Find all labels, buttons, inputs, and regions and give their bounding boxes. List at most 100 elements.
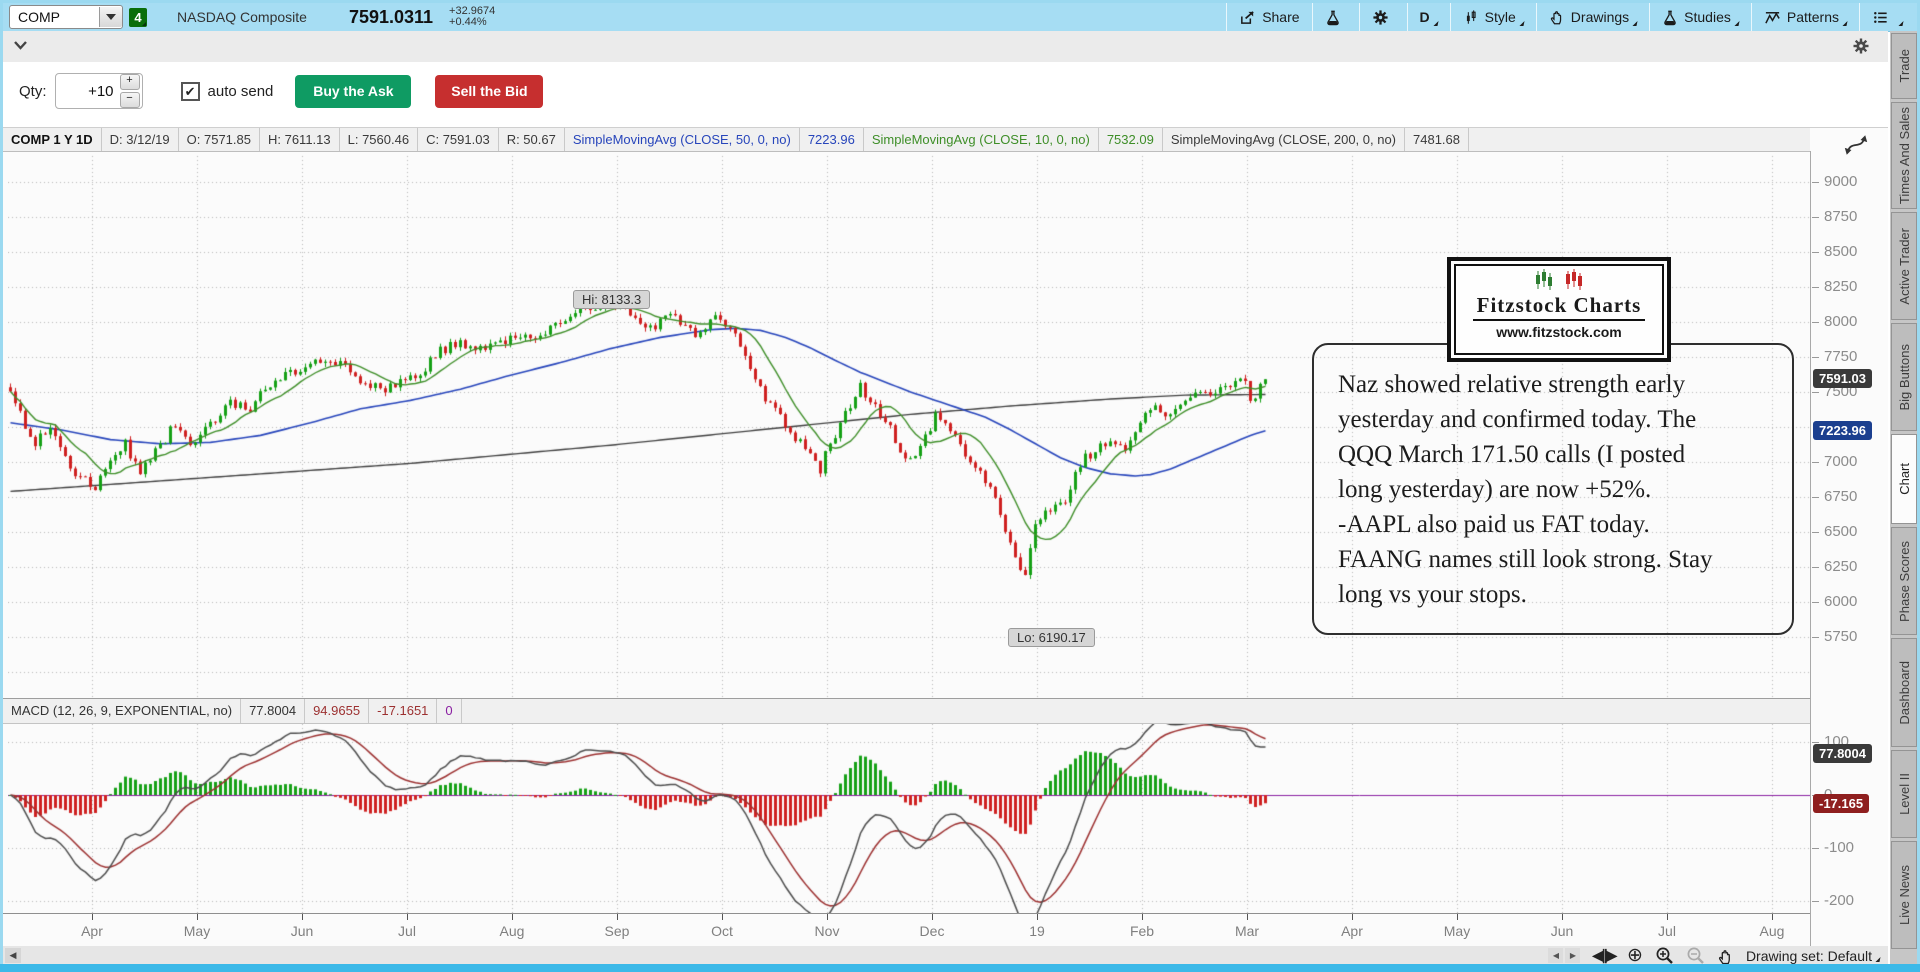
macd-axis-tick	[1812, 901, 1819, 902]
sidebar-tab-times-and-sales[interactable]: Times And Sales	[1891, 102, 1917, 209]
fitzstock-logo-box: Fitzstock Charts www.fitzstock.com	[1447, 257, 1671, 362]
macd-diff-value: -17.1651	[369, 699, 437, 723]
chart-footer-controls: ◀ ▶ ◀∥▶ ⊕ Drawing set: Default	[1548, 946, 1880, 965]
trader-note-box[interactable]: Naz showed relative strength early yeste…	[1312, 343, 1794, 635]
watchlist-link-badge[interactable]: 4	[129, 8, 147, 27]
time-axis-label: Feb	[1112, 923, 1172, 939]
zoom-in-icon[interactable]	[1655, 946, 1674, 965]
sidebar-tab-dashboard[interactable]: Dashboard	[1891, 638, 1917, 747]
sidebar-tab-phase-scores[interactable]: Phase Scores	[1891, 527, 1917, 635]
drawings-button[interactable]: Drawings	[1536, 3, 1649, 31]
sma50-study-label[interactable]: SimpleMovingAvg (CLOSE, 50, 0, no)	[565, 128, 800, 151]
price-axis-tick	[1812, 252, 1819, 253]
share-button[interactable]: Share	[1226, 3, 1311, 31]
note-line: Naz showed relative strength early	[1338, 367, 1792, 402]
symbol-value: COMP	[10, 9, 99, 25]
macd-axis-badge: -17.165	[1813, 794, 1869, 813]
sidebar-tab-live-news[interactable]: Live News	[1891, 841, 1917, 949]
time-axis-tick	[512, 914, 513, 920]
collapse-chevron-button[interactable]	[13, 40, 28, 52]
sma200-study-label[interactable]: SimpleMovingAvg (CLOSE, 200, 0, no)	[1163, 128, 1405, 151]
chart-settings-gear-icon[interactable]	[1852, 37, 1870, 55]
buy-the-ask-button[interactable]: Buy the Ask	[295, 75, 411, 108]
time-axis-tick	[932, 914, 933, 920]
chart-toolbar-actions: Share D Style Drawings Studies	[1226, 3, 1915, 31]
price-axis-label: 6750	[1824, 488, 1857, 505]
logo-url: www.fitzstock.com	[1496, 324, 1622, 340]
zoom-out-icon[interactable]	[1686, 946, 1705, 965]
time-axis-label: Apr	[1322, 923, 1382, 939]
macd-axis-label: -100	[1824, 839, 1854, 856]
sma10-study-label[interactable]: SimpleMovingAvg (CLOSE, 10, 0, no)	[864, 128, 1099, 151]
last-price: 7591.0311	[349, 7, 433, 28]
caret-icon	[1433, 21, 1438, 26]
scroll-back-button[interactable]: ◀	[1548, 948, 1563, 963]
note-line: yesterday and confirmed today. The	[1338, 402, 1792, 437]
sidebar-tab-chart[interactable]: Chart	[1891, 434, 1917, 524]
symbol-dropdown-button[interactable]	[99, 7, 122, 27]
time-axis-label: 19	[1007, 923, 1067, 939]
price-axis-tick	[1812, 602, 1819, 603]
studies-button[interactable]: Studies	[1649, 3, 1751, 31]
price-axis[interactable]: 9000875085008250800077507500700067506500…	[1810, 151, 1888, 965]
cursor-hand-icon[interactable]	[1717, 947, 1734, 965]
style-button[interactable]: Style	[1450, 3, 1536, 31]
price-axis-badge: 7591.03	[1813, 369, 1872, 388]
gadget-sidebar: Trade Times And Sales Active Trader Big …	[1890, 31, 1917, 964]
chart-panel: COMP 1 Y 1D D: 3/12/19 O: 7571.85 H: 761…	[3, 127, 1888, 965]
price-axis-label: 5750	[1824, 628, 1857, 645]
patterns-icon	[1764, 9, 1781, 26]
time-axis-label: May	[167, 923, 227, 939]
sidebar-tab-active-trader[interactable]: Active Trader	[1891, 212, 1917, 320]
window-border-bottom	[0, 964, 1920, 972]
price-axis-tick	[1812, 217, 1819, 218]
price-axis-label: 8500	[1824, 243, 1857, 260]
time-axis[interactable]: AprMayJunJulAugSepOctNovDec19FebMarAprMa…	[3, 913, 1810, 947]
analyze-flask-button[interactable]	[1312, 3, 1359, 31]
price-axis-tick	[1812, 287, 1819, 288]
caret-icon	[1875, 957, 1880, 962]
note-line: QQQ March 171.50 calls (I posted	[1338, 437, 1792, 472]
time-axis-tick	[722, 914, 723, 920]
drawings-label: Drawings	[1571, 9, 1629, 25]
quantity-stepper[interactable]: +10 + −	[55, 73, 143, 109]
timeframe-button[interactable]: D	[1407, 3, 1450, 31]
studies-label: Studies	[1684, 9, 1731, 25]
auto-send-checkbox[interactable]: ✔	[181, 82, 200, 101]
sidebar-tab-trade[interactable]: Trade	[1891, 33, 1917, 99]
flip-chart-icon[interactable]	[1841, 132, 1871, 158]
chart-menu-button[interactable]	[1859, 3, 1915, 31]
time-axis-tick	[197, 914, 198, 920]
time-axis-label: Jun	[272, 923, 332, 939]
macd-study-label[interactable]: MACD (12, 26, 9, EXPONENTIAL, no)	[3, 699, 241, 723]
symbol-description: NASDAQ Composite	[177, 9, 307, 25]
symbol-combobox[interactable]: COMP	[9, 5, 123, 29]
chart-high: H: 7611.13	[260, 128, 340, 151]
drawing-set-selector[interactable]: Drawing set: Default	[1746, 948, 1880, 964]
symbol-toolbar: COMP 4 NASDAQ Composite 7591.0311 +32.96…	[3, 3, 1917, 32]
sidebar-tab-big-buttons[interactable]: Big Buttons	[1891, 323, 1917, 431]
sidebar-tab-level-ii[interactable]: Level II	[1891, 750, 1917, 838]
time-axis-label: Apr	[62, 923, 122, 939]
time-axis-tick	[92, 914, 93, 920]
sell-the-bid-button[interactable]: Sell the Bid	[435, 75, 543, 108]
low-annotation-badge: Lo: 6190.17	[1008, 628, 1095, 647]
crosshair-icon[interactable]: ⊕	[1627, 946, 1643, 965]
qty-decrement-button[interactable]: −	[120, 92, 140, 108]
menu-list-icon	[1872, 9, 1889, 26]
settings-gear-button[interactable]	[1359, 3, 1407, 31]
pan-icon[interactable]: ◀∥▶	[1592, 946, 1615, 965]
qty-increment-button[interactable]: +	[120, 74, 140, 90]
price-change: +32.9674 +0.44%	[449, 6, 495, 28]
caret-icon	[1842, 21, 1847, 26]
caret-icon	[1734, 21, 1739, 26]
candlestick-style-icon	[1463, 9, 1479, 26]
scrollbar-left-arrow[interactable]: ◀	[5, 948, 21, 963]
patterns-button[interactable]: Patterns	[1751, 3, 1859, 31]
fitzstock-logo-inner-border: Fitzstock Charts www.fitzstock.com	[1454, 264, 1664, 355]
note-line: long yesterday) are now +52%.	[1338, 472, 1792, 507]
sma50-value: 7223.96	[800, 128, 864, 151]
scroll-forward-button[interactable]: ▶	[1565, 948, 1580, 963]
note-line: long vs your stops.	[1338, 577, 1792, 612]
price-axis-tick	[1812, 532, 1819, 533]
